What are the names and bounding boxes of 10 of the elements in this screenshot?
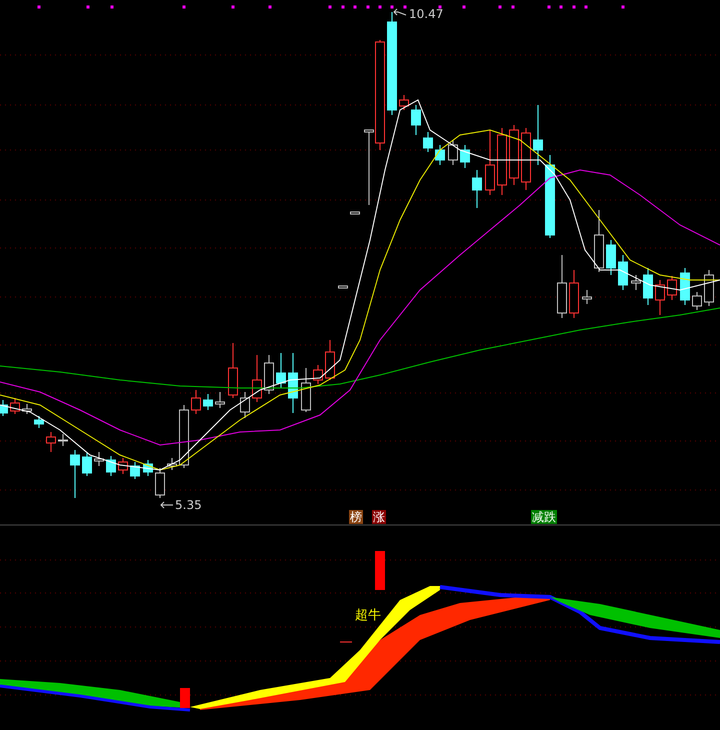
- signal-tag: 榜: [349, 510, 363, 524]
- signal-tag: 涨: [372, 510, 386, 524]
- signal-tag: 减跌: [531, 510, 557, 524]
- indicator-bar: [180, 688, 190, 708]
- leader-arrow: [160, 501, 174, 509]
- leader-arrow: [393, 8, 407, 16]
- low-price-label: 5.35: [175, 498, 202, 512]
- high-price-label: 10.47: [409, 7, 444, 21]
- indicator-label: 超牛: [355, 608, 381, 623]
- indicator-bar: [375, 551, 385, 590]
